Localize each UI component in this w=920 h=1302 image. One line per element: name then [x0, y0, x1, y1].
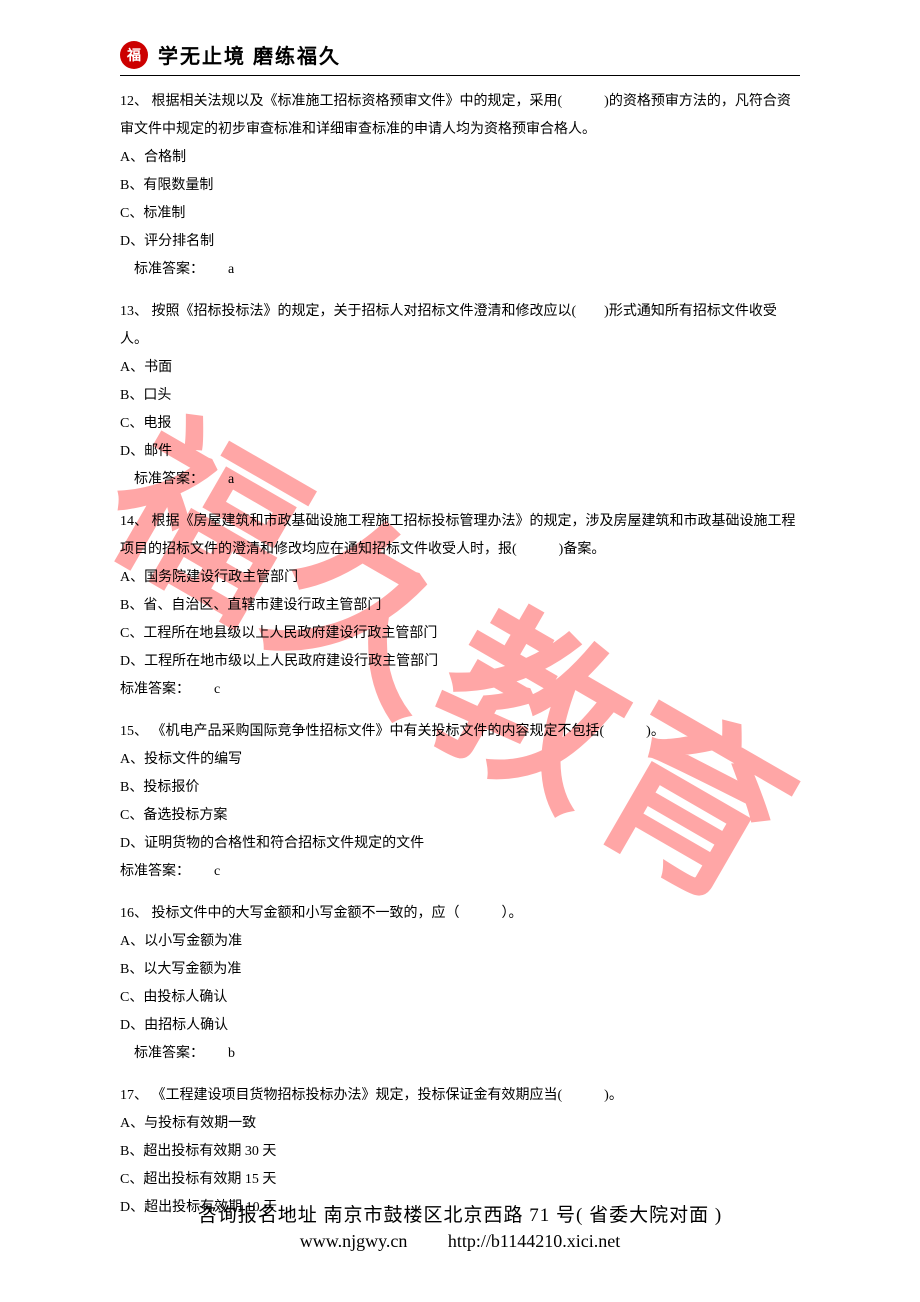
option-text: D、证明货物的合格性和符合招标文件规定的文件: [120, 830, 800, 858]
option-text: A、书面: [120, 354, 800, 382]
option-text: B、有限数量制: [120, 172, 800, 200]
option-text: B、投标报价: [120, 774, 800, 802]
question-text: 12、 根据相关法规以及《标准施工招标资格预审文件》中的规定，采用( )的资格预…: [120, 88, 800, 144]
question-text: 14、 根据《房屋建筑和市政基础设施工程施工招标投标管理办法》的规定，涉及房屋建…: [120, 508, 800, 564]
option-text: C、由投标人确认: [120, 984, 800, 1012]
answer-line: 标准答案： a: [120, 256, 800, 284]
option-text: C、超出投标有效期 15 天: [120, 1166, 800, 1194]
answer-line: 标准答案： c: [120, 858, 800, 886]
footer-address: 咨询报名地址 南京市鼓楼区北京西路 71 号( 省委大院对面 ): [0, 1200, 920, 1227]
logo-icon: 福: [120, 41, 148, 69]
page-content: 福 学无止境 磨练福久 12、 根据相关法规以及《标准施工招标资格预审文件》中的…: [0, 0, 920, 1222]
question-text: 17、 《工程建设项目货物招标投标办法》规定，投标保证金有效期应当( )。: [120, 1082, 800, 1110]
question-block: 16、 投标文件中的大写金额和小写金额不一致的，应（ ）。A、以小写金额为准B、…: [120, 900, 800, 1068]
footer-url-2: http://b1144210.xici.net: [448, 1231, 620, 1251]
option-text: B、省、自治区、直辖市建设行政主管部门: [120, 592, 800, 620]
option-text: D、由招标人确认: [120, 1012, 800, 1040]
option-text: C、电报: [120, 410, 800, 438]
answer-line: 标准答案： c: [120, 676, 800, 704]
option-text: B、口头: [120, 382, 800, 410]
answer-label: 标准答案：: [134, 262, 204, 277]
question-block: 14、 根据《房屋建筑和市政基础设施工程施工招标投标管理办法》的规定，涉及房屋建…: [120, 508, 800, 704]
question-block: 15、 《机电产品采购国际竞争性招标文件》中有关投标文件的内容规定不包括( )。…: [120, 718, 800, 886]
option-text: A、以小写金额为准: [120, 928, 800, 956]
option-text: A、国务院建设行政主管部门: [120, 564, 800, 592]
option-text: D、评分排名制: [120, 228, 800, 256]
answer-value: a: [228, 262, 234, 277]
option-text: C、工程所在地县级以上人民政府建设行政主管部门: [120, 620, 800, 648]
question-text: 13、 按照《招标投标法》的规定，关于招标人对招标文件澄清和修改应以( )形式通…: [120, 298, 800, 354]
option-text: B、超出投标有效期 30 天: [120, 1138, 800, 1166]
page-header: 福 学无止境 磨练福久: [120, 40, 800, 76]
question-text: 15、 《机电产品采购国际竞争性招标文件》中有关投标文件的内容规定不包括( )。: [120, 718, 800, 746]
header-title: 学无止境 磨练福久: [158, 40, 341, 69]
option-text: D、邮件: [120, 438, 800, 466]
option-text: A、投标文件的编写: [120, 746, 800, 774]
option-text: A、与投标有效期一致: [120, 1110, 800, 1138]
answer-value: a: [228, 472, 234, 487]
question-text: 16、 投标文件中的大写金额和小写金额不一致的，应（ ）。: [120, 900, 800, 928]
answer-label: 标准答案：: [120, 682, 190, 697]
answer-label: 标准答案：: [134, 472, 204, 487]
footer-url-1: www.njgwy.cn: [300, 1231, 408, 1251]
answer-value: b: [228, 1046, 235, 1061]
question-block: 12、 根据相关法规以及《标准施工招标资格预审文件》中的规定，采用( )的资格预…: [120, 88, 800, 284]
option-text: D、工程所在地市级以上人民政府建设行政主管部门: [120, 648, 800, 676]
option-text: A、合格制: [120, 144, 800, 172]
answer-label: 标准答案：: [134, 1046, 204, 1061]
answer-value: c: [214, 864, 220, 879]
footer-links: www.njgwy.cn http://b1144210.xici.net: [0, 1231, 920, 1252]
option-text: C、备选投标方案: [120, 802, 800, 830]
answer-label: 标准答案：: [120, 864, 190, 879]
option-text: C、标准制: [120, 200, 800, 228]
page-footer: 咨询报名地址 南京市鼓楼区北京西路 71 号( 省委大院对面 ) www.njg…: [0, 1200, 920, 1252]
answer-line: 标准答案： a: [120, 466, 800, 494]
answer-value: c: [214, 682, 220, 697]
option-text: B、以大写金额为准: [120, 956, 800, 984]
answer-line: 标准答案： b: [120, 1040, 800, 1068]
question-block: 13、 按照《招标投标法》的规定，关于招标人对招标文件澄清和修改应以( )形式通…: [120, 298, 800, 494]
